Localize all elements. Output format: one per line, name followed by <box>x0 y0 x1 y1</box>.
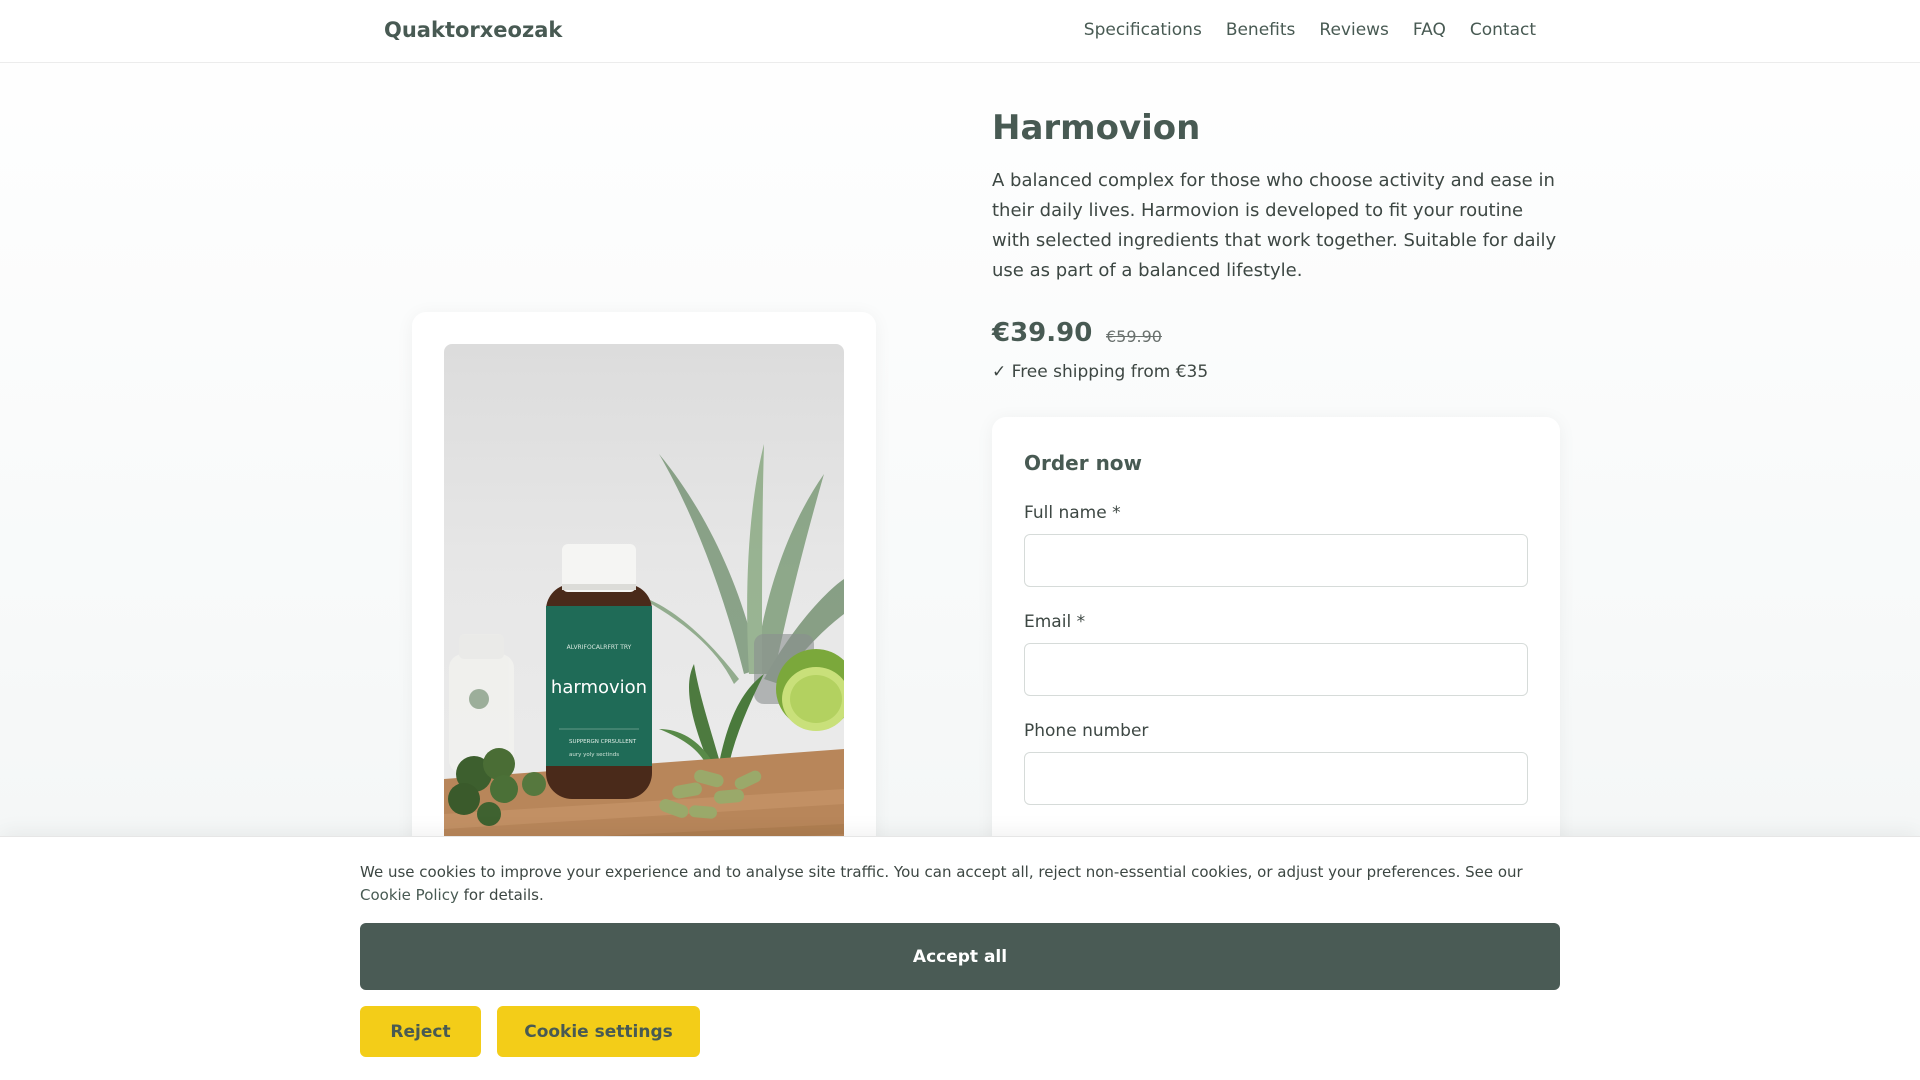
bottle-top-text: ALVRIFOCALRFRT TRY <box>567 644 632 651</box>
brand-logo[interactable]: Quaktorxeozak <box>384 18 562 42</box>
bottle-bottom-text-2: aury yoly sectinds <box>569 752 619 758</box>
cookie-message-end: for details. <box>463 886 544 904</box>
nav-link-faq[interactable]: FAQ <box>1413 20 1446 40</box>
full-name-input[interactable] <box>1024 534 1528 587</box>
email-label: Email * <box>1024 612 1086 632</box>
accept-all-button[interactable]: Accept all <box>360 923 1560 990</box>
cookie-banner: We use cookies to improve your experienc… <box>0 836 1920 1080</box>
full-name-label: Full name * <box>1024 503 1121 523</box>
order-form-title: Order now <box>1024 451 1143 475</box>
cookie-settings-button[interactable]: Cookie settings <box>497 1006 700 1057</box>
supplement-bottle: ALVRIFOCALRFRT TRY harmovion SUPPERGN CP… <box>546 544 652 799</box>
site-header: Quaktorxeozak Specifications Benefits Re… <box>0 0 1920 63</box>
cookie-message: We use cookies to improve your experienc… <box>360 863 1523 881</box>
product-image-card: ALVRIFOCALRFRT TRY harmovion SUPPERGN CP… <box>412 312 876 872</box>
nav-link-reviews[interactable]: Reviews <box>1319 20 1389 40</box>
old-price: €59.90 <box>1106 327 1162 346</box>
phone-label: Phone number <box>1024 721 1149 741</box>
shipping-note: ✓ Free shipping from €35 <box>992 362 1209 382</box>
product-illustration: ALVRIFOCALRFRT TRY harmovion SUPPERGN CP… <box>444 444 844 864</box>
air-plant <box>659 664 764 769</box>
reject-button[interactable]: Reject <box>360 1006 481 1057</box>
bottle-bottom-text: SUPPERGN CPRSULLENT <box>569 739 637 745</box>
product-title: Harmovion <box>992 108 1201 148</box>
cookie-text: We use cookies to improve your experienc… <box>360 861 1560 907</box>
product-photo: ALVRIFOCALRFRT TRY harmovion SUPPERGN CP… <box>444 344 844 864</box>
bottle-label-text: harmovion <box>551 677 647 698</box>
phone-input[interactable] <box>1024 752 1528 805</box>
nav-link-benefits[interactable]: Benefits <box>1226 20 1296 40</box>
main-nav: Specifications Benefits Reviews FAQ Cont… <box>1084 20 1536 40</box>
email-input[interactable] <box>1024 643 1528 696</box>
current-price: €39.90 <box>992 318 1093 348</box>
product-description: A balanced complex for those who choose … <box>992 170 1557 281</box>
nav-link-specifications[interactable]: Specifications <box>1084 20 1202 40</box>
cookie-policy-link[interactable]: Cookie Policy <box>360 886 459 904</box>
nav-link-contact[interactable]: Contact <box>1470 20 1536 40</box>
